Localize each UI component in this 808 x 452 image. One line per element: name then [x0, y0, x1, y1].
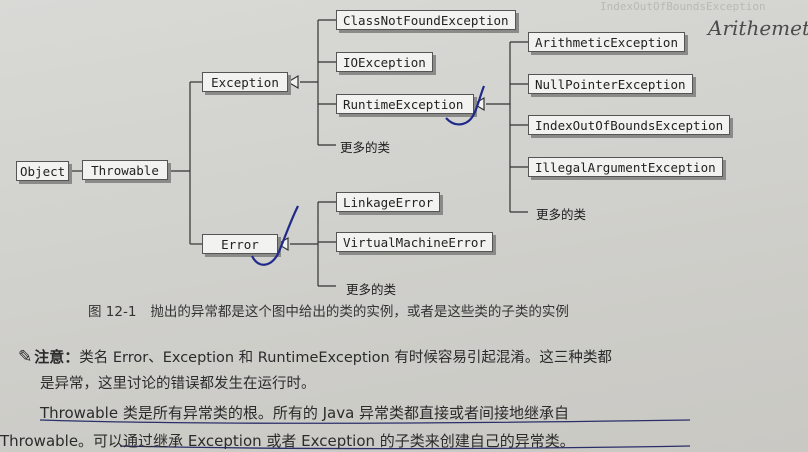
textbook-page: IndexOutOfBoundsException Object Throwab…: [0, 0, 808, 452]
figure-caption: 图 12-1 抛出的异常都是这个图中给出的类的实例，或者是这些类的子类的实例: [88, 300, 569, 320]
figure-caption-text: 抛出的异常都是这个图中给出的类的实例，或者是这些类的子类的实例: [150, 304, 569, 320]
pencil-icon: ✎: [18, 347, 33, 367]
pen-checkmark-error: [251, 205, 299, 266]
figure-number: 图 12-1: [88, 304, 137, 320]
note-line-3: Throwable 类是所有异常类的根。所有的 Java 异常类都直接或者间接地…: [40, 404, 570, 422]
note-line-4: Throwable。可以通过继承 Exception 或者 Exception …: [0, 432, 575, 450]
note-line-1: ✎ 注意：类名 Error、Exception 和 RuntimeExceptio…: [18, 346, 612, 367]
note-line-1-text: 类名 Error、Exception 和 RuntimeException 有时…: [79, 350, 612, 366]
handwritten-note: Arithemet: [708, 16, 808, 40]
pen-checkmark-runtime: [445, 85, 486, 126]
note-line-2: 是异常，这里讨论的错误都发生在运行时。: [40, 376, 316, 392]
note-title: 注意：: [34, 348, 80, 366]
